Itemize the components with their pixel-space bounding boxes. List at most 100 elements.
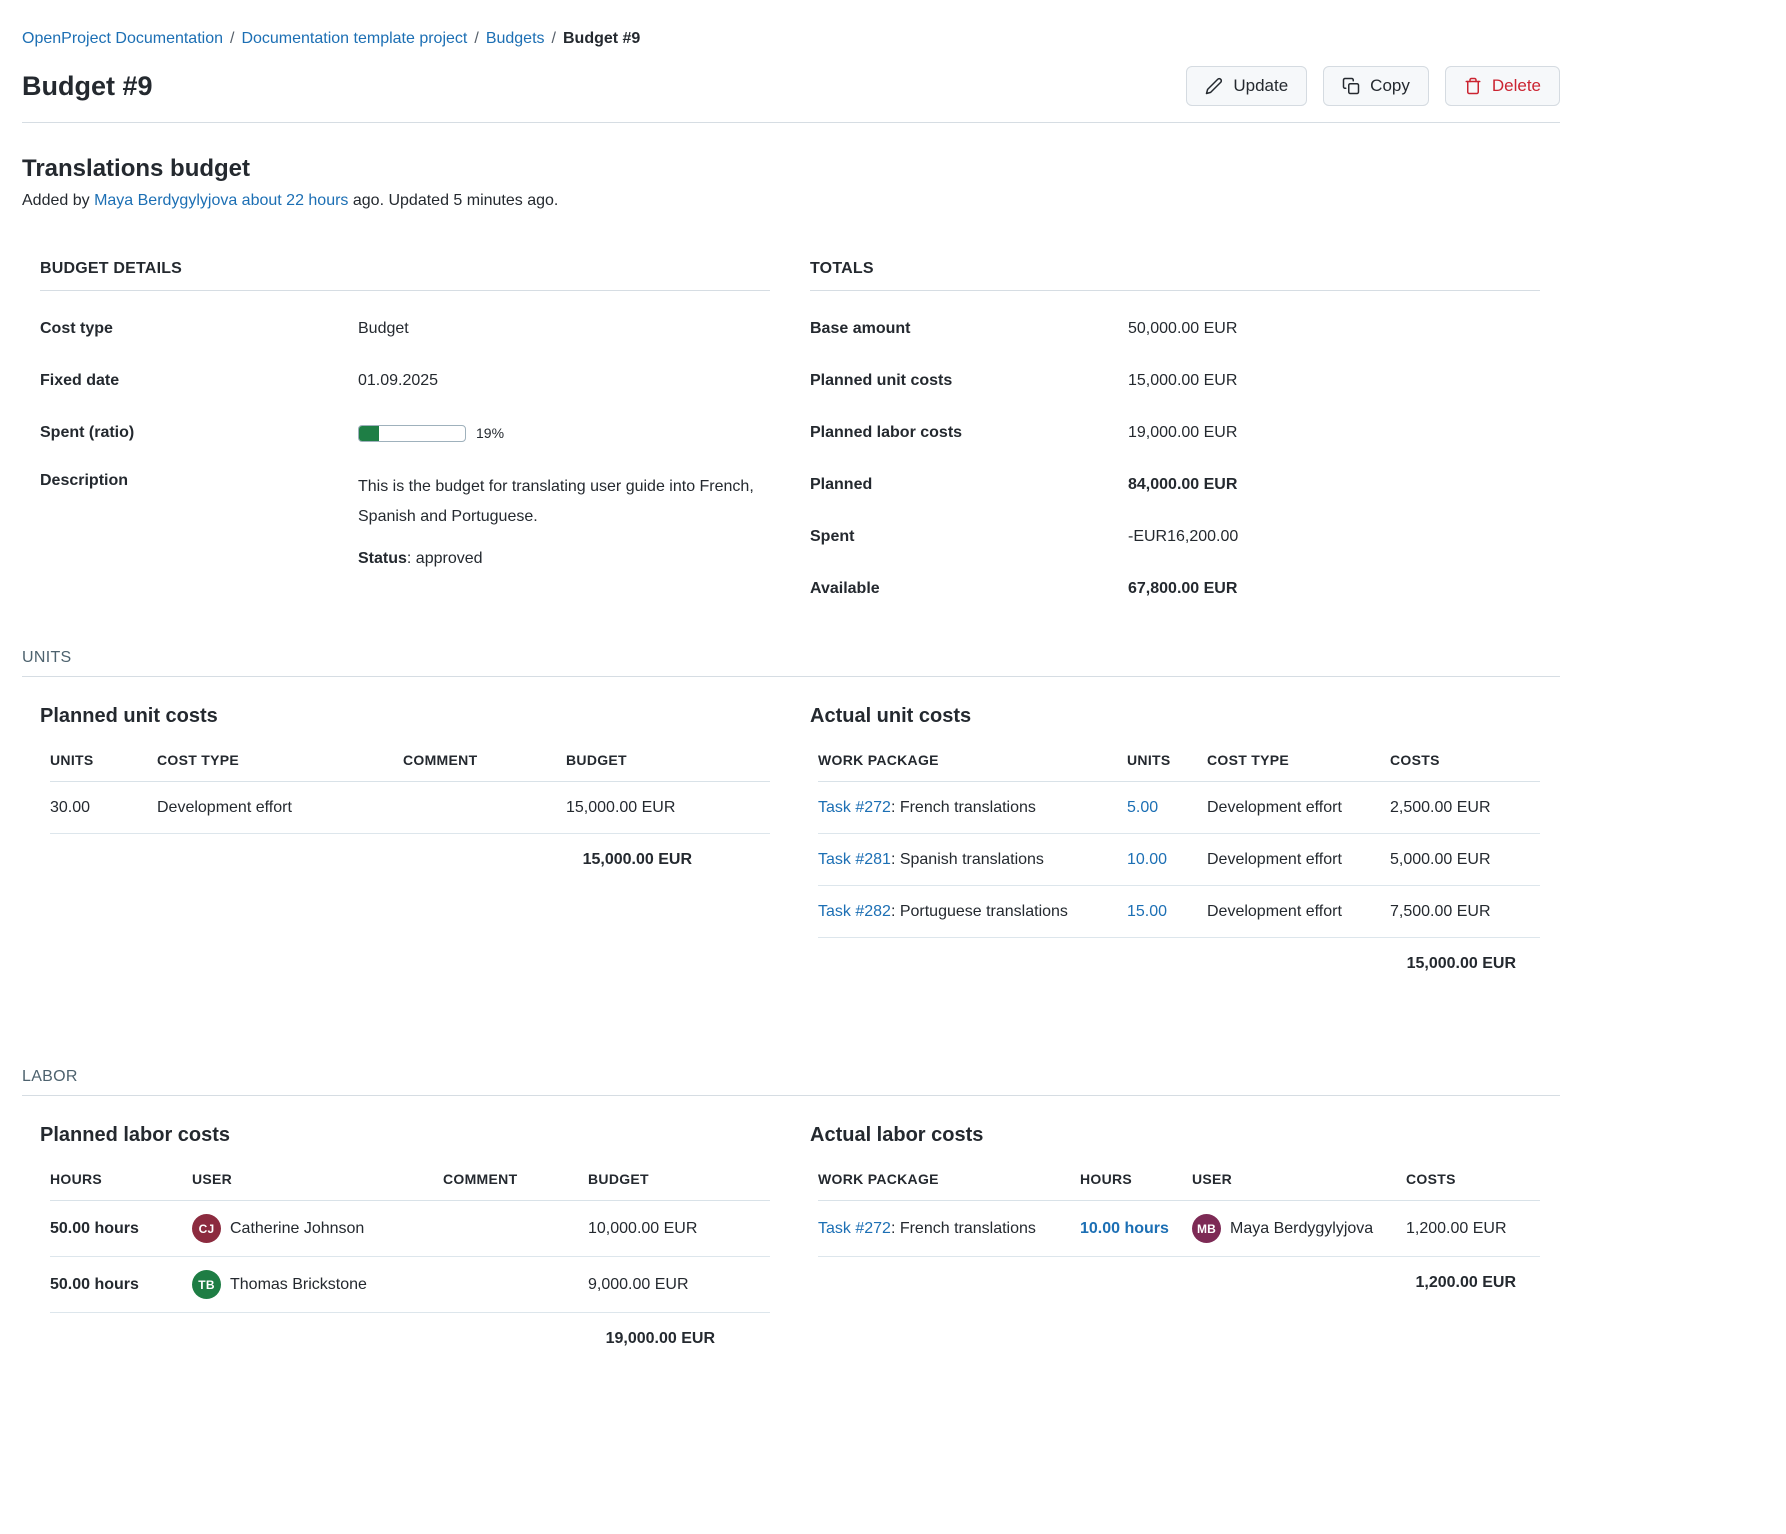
units-tables: Planned unit costs UNITS COST TYPE COMME… [22,677,1560,990]
breadcrumb: OpenProject Documentation / Documentation … [22,28,1560,50]
hours-cell: 50.00 hours [50,1207,192,1251]
units-cell: 30.00 [50,786,157,830]
breadcrumb-separator: / [474,30,478,47]
comment-cell [403,795,566,821]
costs-cell: 5,000.00 EUR [1390,838,1540,882]
cost-type-row: Cost type Budget [40,303,770,355]
hours-cell: 10.00 hours [1080,1207,1192,1251]
units-cell: 15.00 [1127,890,1207,934]
cost-type-cell: Development effort [1207,890,1390,934]
work-package-link[interactable]: Task #272 [818,799,891,816]
cost-type-cell: Development effort [157,786,403,830]
table-row: 30.00 Development effort 15,000.00 EUR [50,782,770,834]
actual-labor-costs-table: WORK PACKAGE HOURS USER COSTS Task #272:… [810,1165,1540,1309]
description-label: Description [40,472,358,490]
planned-labor-costs-table: HOURS USER COMMENT BUDGET 50.00 hours CJ… [40,1165,770,1365]
breadcrumb-link-documentation-template-project[interactable]: Documentation template project [241,30,467,47]
labor-section-label: LABOR [22,1068,1560,1096]
comment-cell [443,1272,588,1298]
user-name: Thomas Brickstone [230,1276,367,1294]
units-cell: 5.00 [1127,786,1207,830]
planned-labor-costs-total: 19,000.00 EUR [50,1313,770,1365]
spent-ratio-label: Spent (ratio) [40,424,358,442]
work-package-cell: Task #272: French translations [818,1207,1080,1251]
cost-type-cell: Development effort [1207,838,1390,882]
actual-labor-costs-heading: Actual labor costs [810,1124,1540,1147]
description-row: Description This is the budget for trans… [40,459,770,568]
fixed-date-label: Fixed date [40,372,358,390]
work-package-link[interactable]: Task #281 [818,851,891,868]
actual-unit-costs: Actual unit costs WORK PACKAGE UNITS COS… [810,677,1540,990]
planned-unit-costs-heading: Planned unit costs [40,705,770,728]
title-row: Budget #9 Update Copy Delete [22,66,1560,106]
actual-labor-costs: Actual labor costs WORK PACKAGE HOURS US… [810,1096,1540,1365]
totals-row-planned-labor-costs: Planned labor costs 19,000.00 EUR [810,407,1540,459]
hours-cell: 50.00 hours [50,1263,192,1307]
cost-type-value: Budget [358,320,770,338]
breadcrumb-link-budgets[interactable]: Budgets [486,30,545,47]
costs-cell: 7,500.00 EUR [1390,890,1540,934]
work-package-cell: Task #272: French translations [818,786,1127,830]
breadcrumb-separator: / [230,30,234,47]
table-row: Task #281: Spanish translations 10.00 De… [818,834,1540,886]
budget-cell: 9,000.00 EUR [588,1263,770,1307]
spent-ratio-progress: 19% [358,425,770,442]
costs-cell: 1,200.00 EUR [1406,1207,1540,1251]
actual-labor-costs-total: 1,200.00 EUR [818,1257,1540,1309]
table-header: UNITS COST TYPE COMMENT BUDGET [50,746,770,782]
table-header: WORK PACKAGE UNITS COST TYPE COSTS [818,746,1540,782]
planned-unit-costs: Planned unit costs UNITS COST TYPE COMME… [40,677,770,990]
progress-bar [358,425,466,442]
actual-unit-costs-heading: Actual unit costs [810,705,1540,728]
byline: Added by Maya Berdygylyjova about 22 hou… [22,192,1560,210]
planned-unit-costs-table: UNITS COST TYPE COMMENT BUDGET 30.00 Dev… [40,746,770,886]
table-row: 50.00 hours TB Thomas Brickstone 9,000.0… [50,1257,770,1313]
units-cell: 10.00 [1127,838,1207,882]
planned-labor-costs: Planned labor costs HOURS USER COMMENT B… [40,1096,770,1365]
author-link[interactable]: Maya Berdygylyjova about 22 hours [94,192,348,209]
update-button[interactable]: Update [1186,66,1307,106]
labor-tables: Planned labor costs HOURS USER COMMENT B… [22,1096,1560,1365]
user-name: Catherine Johnson [230,1220,364,1238]
work-package-link[interactable]: Task #282 [818,903,891,920]
totals-heading: TOTALS [810,260,1540,291]
totals-row-spent: Spent -EUR16,200.00 [810,511,1540,563]
spent-ratio-row: Spent (ratio) 19% [40,407,770,459]
page-title: Budget #9 [22,71,153,102]
user-cell: CJ Catherine Johnson [192,1201,443,1256]
table-header: HOURS USER COMMENT BUDGET [50,1165,770,1201]
units-section-label: UNITS [22,649,1560,677]
work-package-cell: Task #281: Spanish translations [818,838,1127,882]
table-row: 50.00 hours CJ Catherine Johnson 10,000.… [50,1201,770,1257]
copy-icon [1342,77,1360,95]
status-line: Status: approved [358,550,770,568]
budget-cell: 15,000.00 EUR [566,786,770,830]
avatar: TB [192,1270,221,1299]
budget-details-section: BUDGET DETAILS Cost type Budget Fixed da… [40,260,770,615]
avatar: MB [1192,1214,1221,1243]
comment-cell [443,1216,588,1242]
totals-section: TOTALS Base amount 50,000.00 EUR Planned… [810,260,1540,615]
progress-percent: 19% [476,425,504,441]
attribute-groups: BUDGET DETAILS Cost type Budget Fixed da… [22,260,1560,615]
hours-link[interactable]: 10.00 hours [1080,1220,1169,1237]
actual-unit-costs-table: WORK PACKAGE UNITS COST TYPE COSTS Task … [810,746,1540,990]
pencil-icon [1205,77,1223,95]
units-link[interactable]: 5.00 [1127,799,1158,816]
fixed-date-row: Fixed date 01.09.2025 [40,355,770,407]
avatar: CJ [192,1214,221,1243]
units-link[interactable]: 15.00 [1127,903,1167,920]
breadcrumb-link-openproject-documentation[interactable]: OpenProject Documentation [22,30,223,47]
table-row: Task #282: Portuguese translations 15.00… [818,886,1540,938]
toolbar: Update Copy Delete [1186,66,1560,106]
delete-button[interactable]: Delete [1445,66,1560,106]
cost-type-label: Cost type [40,320,358,338]
units-link[interactable]: 10.00 [1127,851,1167,868]
description-text: This is the budget for translating user … [358,472,758,532]
budget-page: OpenProject Documentation / Documentation … [22,0,1560,1365]
user-cell: TB Thomas Brickstone [192,1257,443,1312]
trash-icon [1464,77,1482,95]
work-package-link[interactable]: Task #272 [818,1220,891,1237]
budget-details-heading: BUDGET DETAILS [40,260,770,291]
copy-button[interactable]: Copy [1323,66,1429,106]
